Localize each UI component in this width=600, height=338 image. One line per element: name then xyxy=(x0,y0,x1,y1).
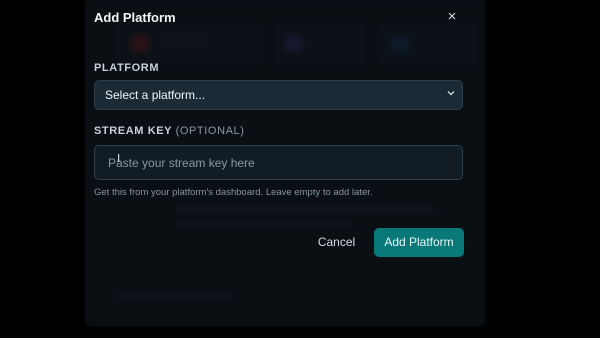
cancel-button[interactable]: Cancel xyxy=(309,228,364,257)
dialog-title: Add Platform xyxy=(94,10,176,25)
stream-key-label-text: STREAM KEY xyxy=(94,125,172,137)
add-platform-button[interactable]: Add Platform xyxy=(374,228,464,257)
close-icon[interactable]: × xyxy=(443,8,461,26)
platform-select-value: Select a platform... xyxy=(105,88,206,102)
platform-label: PLATFORM xyxy=(94,62,160,74)
optional-tag: (OPTIONAL) xyxy=(175,125,245,137)
stream-key-hint: Get this from your platform's dashboard.… xyxy=(94,187,373,198)
stream-key-label: STREAM KEY (OPTIONAL) xyxy=(94,125,245,137)
add-platform-dialog: Add Platform × PLATFORM Select a platfor… xyxy=(85,0,485,326)
chevron-down-icon xyxy=(446,81,456,109)
platform-select[interactable]: Select a platform... xyxy=(94,80,463,110)
stream-key-input[interactable] xyxy=(94,145,463,180)
